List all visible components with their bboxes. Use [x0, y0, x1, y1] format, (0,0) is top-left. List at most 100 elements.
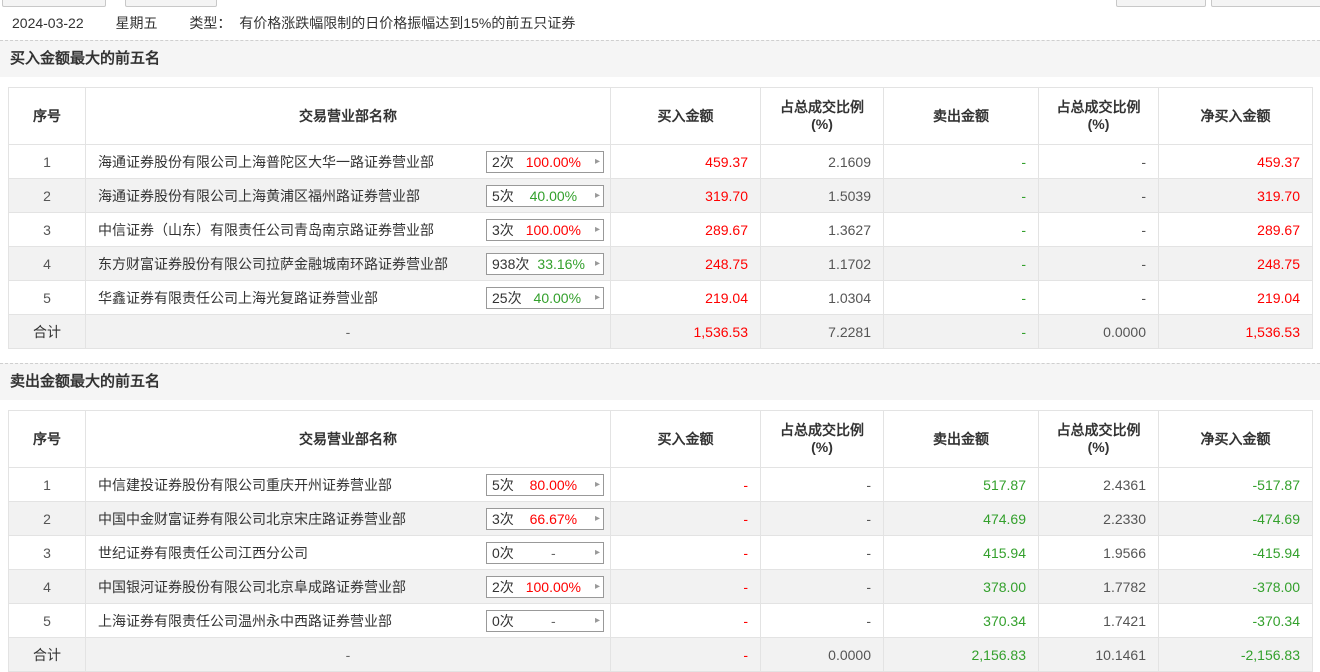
- badge-pct: 40.00%: [529, 187, 578, 204]
- buy-header-row: 序号 交易营业部名称 买入金额 占总成交比例 (%) 卖出金额 占总成交比例 (%)…: [8, 87, 1313, 145]
- net-buy: 248.75: [1158, 246, 1313, 281]
- branch-name: 中信建投证券股份有限公司重庆开州证券营业部: [98, 476, 392, 493]
- sell-amount: -: [883, 280, 1039, 315]
- badge-times: 0次: [492, 612, 514, 629]
- row-seq: 5: [8, 603, 86, 638]
- history-badge[interactable]: 0次 - ▸: [486, 609, 604, 632]
- col-net-buy: 净买入金额: [1158, 410, 1313, 468]
- row-seq: 4: [8, 569, 86, 604]
- history-badge[interactable]: 3次 100.00% ▸: [486, 218, 604, 241]
- badge-times: 2次: [492, 578, 514, 595]
- col-sell-amount: 卖出金额: [883, 410, 1039, 468]
- history-badge[interactable]: 938次 33.16% ▸: [486, 252, 604, 275]
- branch-name: 世纪证券有限责任公司江西分公司: [98, 544, 308, 561]
- net-buy: 289.67: [1158, 212, 1313, 247]
- buy-amount: 319.70: [610, 178, 761, 213]
- row-seq: 4: [8, 246, 86, 281]
- badge-times: 5次: [492, 476, 514, 493]
- top-cropped-button-4[interactable]: [1211, 0, 1320, 7]
- net-buy: -378.00: [1158, 569, 1313, 604]
- buy-amount: -: [610, 535, 761, 570]
- buy-amount: 1,536.53: [610, 314, 761, 349]
- sell-amount: -: [883, 178, 1039, 213]
- badge-pct: 100.00%: [525, 578, 582, 595]
- row-seq: 1: [8, 467, 86, 502]
- table-row: 2 中国中金财富证券有限公司北京宋庄路证券营业部 3次 66.67% ▸ - - 4…: [8, 501, 1313, 536]
- sell-amount: -: [883, 314, 1039, 349]
- table-row: 1 海通证券股份有限公司上海普陀区大华一路证券营业部 2次 100.00% ▸ 45…: [8, 144, 1313, 179]
- row-seq: 1: [8, 144, 86, 179]
- table-row: 1 中信建投证券股份有限公司重庆开州证券营业部 5次 80.00% ▸ - - 51…: [8, 467, 1313, 502]
- sell-amount: 2,156.83: [883, 637, 1039, 672]
- total-row: 合计 - - 0.0000 2,156.83 10.1461 -2,156.83: [8, 637, 1313, 672]
- history-badge[interactable]: 5次 40.00% ▸: [486, 184, 604, 207]
- buy-amount: -: [610, 637, 761, 672]
- chevron-right-icon: ▸: [594, 615, 600, 626]
- chevron-right-icon: ▸: [594, 156, 600, 167]
- table-row: 3 中信证券（山东）有限责任公司青岛南京路证券营业部 3次 100.00% ▸ 28…: [8, 212, 1313, 247]
- buy-amount: 219.04: [610, 280, 761, 315]
- sell-amount: 415.94: [883, 535, 1039, 570]
- buy-amount: 459.37: [610, 144, 761, 179]
- col-sell-ratio: 占总成交比例 (%): [1038, 87, 1159, 145]
- col-seq: 序号: [8, 87, 86, 145]
- branch-name: 东方财富证券股份有限公司拉萨金融城南环路证券营业部: [98, 255, 448, 272]
- top-cropped-button-2[interactable]: [125, 0, 217, 7]
- buy-ratio: 0.0000: [760, 637, 884, 672]
- buy-amount: -: [610, 501, 761, 536]
- sell-ratio: -: [1038, 246, 1159, 281]
- sell-ratio: 1.7421: [1038, 603, 1159, 638]
- history-badge[interactable]: 0次 - ▸: [486, 541, 604, 564]
- history-badge[interactable]: 3次 66.67% ▸: [486, 507, 604, 530]
- buy-ratio: 1.5039: [760, 178, 884, 213]
- top-cropped-button-1[interactable]: [2, 0, 106, 7]
- sell-ratio: -: [1038, 178, 1159, 213]
- badge-times: 5次: [492, 187, 514, 204]
- sell-table: 序号 交易营业部名称 买入金额 占总成交比例 (%) 卖出金额 占总成交比例 (%)…: [8, 410, 1313, 672]
- sell-table-wrap: 序号 交易营业部名称 买入金额 占总成交比例 (%) 卖出金额 占总成交比例 (%)…: [8, 410, 1313, 672]
- badge-pct: 80.00%: [529, 476, 578, 493]
- col-sell-amount: 卖出金额: [883, 87, 1039, 145]
- chevron-right-icon: ▸: [594, 547, 600, 558]
- badge-times: 3次: [492, 510, 514, 527]
- net-buy: -370.34: [1158, 603, 1313, 638]
- buy-section-title: 买入金额最大的前五名: [0, 40, 1320, 77]
- badge-pct: -: [551, 612, 556, 629]
- chevron-right-icon: ▸: [594, 513, 600, 524]
- chevron-right-icon: ▸: [594, 479, 600, 490]
- sell-amount: 474.69: [883, 501, 1039, 536]
- top-cropped-button-3[interactable]: [1116, 0, 1206, 7]
- buy-ratio: 2.1609: [760, 144, 884, 179]
- history-badge[interactable]: 2次 100.00% ▸: [486, 150, 604, 173]
- sell-amount: -: [883, 144, 1039, 179]
- branch-name: 中信证券（山东）有限责任公司青岛南京路证券营业部: [98, 221, 434, 238]
- col-net-buy: 净买入金额: [1158, 87, 1313, 145]
- buy-amount: -: [610, 467, 761, 502]
- badge-times: 2次: [492, 153, 514, 170]
- history-badge[interactable]: 25次 40.00% ▸: [486, 286, 604, 309]
- col-seq: 序号: [8, 410, 86, 468]
- net-buy: 319.70: [1158, 178, 1313, 213]
- badge-times: 938次: [492, 255, 530, 272]
- sell-ratio: 2.2330: [1038, 501, 1159, 536]
- buy-ratio: 1.3627: [760, 212, 884, 247]
- col-buy-ratio: 占总成交比例 (%): [760, 410, 884, 468]
- row-seq: 3: [8, 535, 86, 570]
- chevron-right-icon: ▸: [594, 581, 600, 592]
- total-label: 合计: [8, 637, 86, 672]
- table-row: 4 东方财富证券股份有限公司拉萨金融城南环路证券营业部 938次 33.16% ▸ …: [8, 246, 1313, 281]
- sell-ratio: 1.7782: [1038, 569, 1159, 604]
- col-buy-amount: 买入金额: [610, 87, 761, 145]
- history-badge[interactable]: 2次 100.00% ▸: [486, 575, 604, 598]
- net-buy: -517.87: [1158, 467, 1313, 502]
- history-badge[interactable]: 5次 80.00% ▸: [486, 473, 604, 496]
- branch-name: 上海证券有限责任公司温州永中西路证券营业部: [98, 612, 392, 629]
- branch-name: 海通证券股份有限公司上海普陀区大华一路证券营业部: [98, 153, 434, 170]
- date-label: 2024-03-22: [12, 15, 84, 31]
- sell-header-row: 序号 交易营业部名称 买入金额 占总成交比例 (%) 卖出金额 占总成交比例 (%)…: [8, 410, 1313, 468]
- net-buy: 219.04: [1158, 280, 1313, 315]
- sell-amount: -: [883, 212, 1039, 247]
- sell-ratio: 0.0000: [1038, 314, 1159, 349]
- buy-table: 序号 交易营业部名称 买入金额 占总成交比例 (%) 卖出金额 占总成交比例 (%)…: [8, 87, 1313, 349]
- sell-ratio: 2.4361: [1038, 467, 1159, 502]
